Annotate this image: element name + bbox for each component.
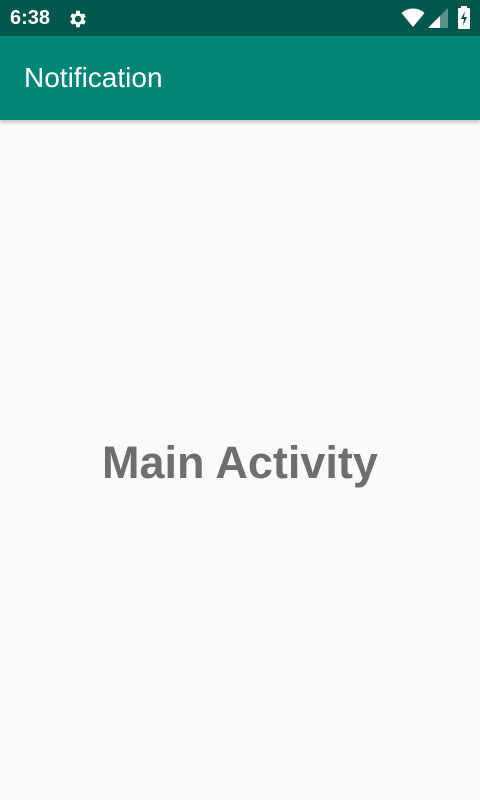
cell-signal-icon — [428, 8, 448, 28]
status-bar: 6:38 — [0, 0, 480, 36]
gear-icon — [67, 8, 89, 30]
battery-charging-icon — [457, 6, 471, 30]
status-time: 6:38 — [10, 7, 51, 29]
wifi-icon — [401, 8, 425, 28]
app-bar: Notification — [0, 36, 480, 120]
main-activity-label: Main Activity — [102, 437, 378, 488]
app-title: Notification — [24, 62, 163, 93]
